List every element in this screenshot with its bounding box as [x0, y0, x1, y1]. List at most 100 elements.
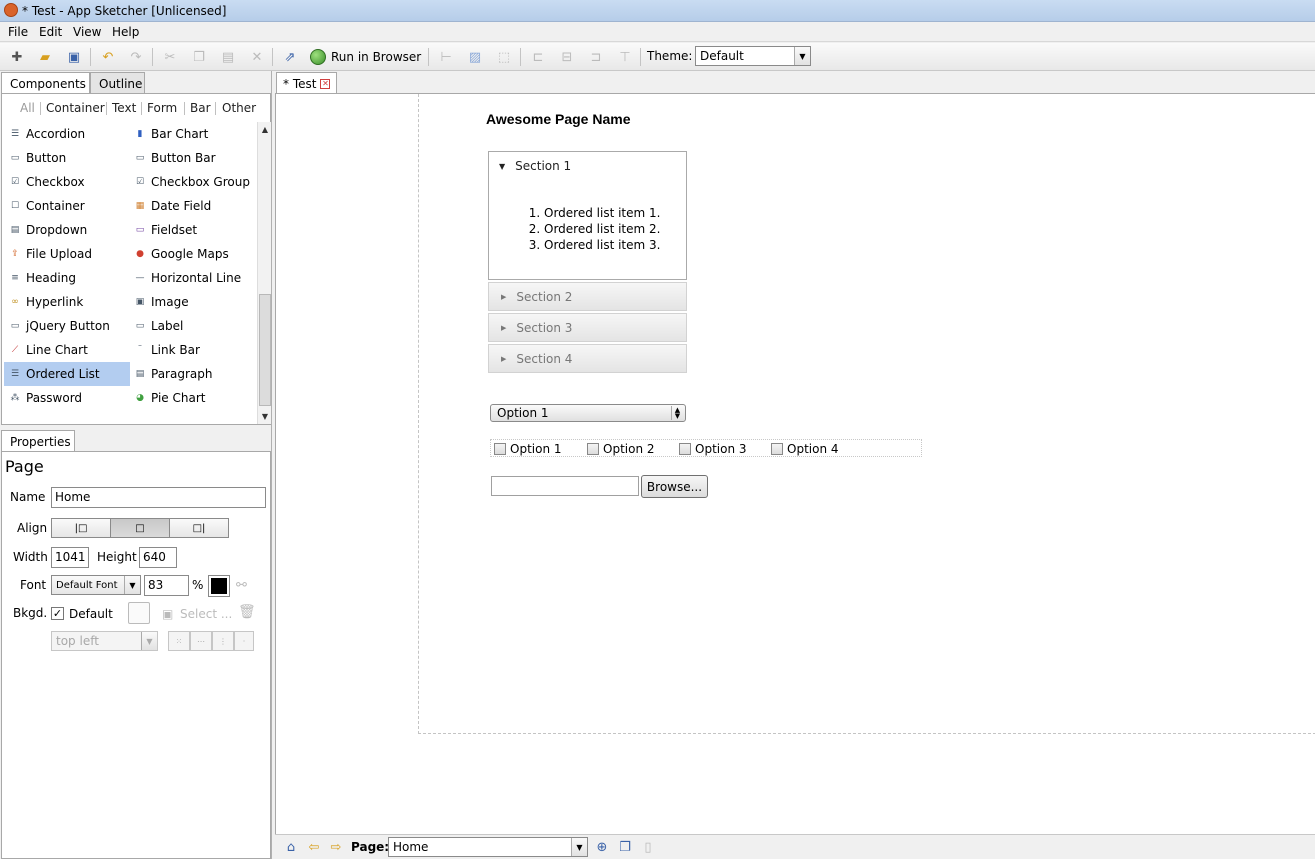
align-top-icon[interactable]: ⊤	[614, 46, 636, 68]
component-checkbox-group[interactable]: ☑ Checkbox Group	[129, 170, 255, 194]
accordion-section-2[interactable]: ▶ Section 2	[488, 282, 687, 311]
align-right-icon[interactable]: ⊐	[585, 46, 607, 68]
duplicate-page-icon[interactable]: ❐	[614, 836, 636, 858]
menu-file[interactable]: File	[8, 25, 28, 39]
name-field[interactable]: Home	[51, 487, 266, 508]
undo-icon[interactable]: ↶	[97, 46, 119, 68]
new-file-icon[interactable]: ✚	[6, 46, 28, 68]
component-button-bar[interactable]: ▭ Button Bar	[129, 146, 255, 170]
component-button[interactable]: ▭ Button	[4, 146, 130, 170]
font-size-field[interactable]: 83	[144, 575, 189, 596]
copy-icon[interactable]: ❐	[188, 46, 210, 68]
component-checkbox[interactable]: ☑ Checkbox	[4, 170, 130, 194]
no-repeat-button[interactable]: ·	[234, 631, 254, 651]
component-container[interactable]: ☐ Container	[4, 194, 130, 218]
background-position-select[interactable]: top left ▼	[51, 631, 158, 651]
checkbox-box[interactable]	[494, 443, 506, 455]
export-icon[interactable]: ⇗	[279, 46, 301, 68]
home-icon[interactable]: ⌂	[280, 836, 302, 858]
menu-help[interactable]: Help	[112, 25, 139, 39]
delete-icon[interactable]: ✕	[246, 46, 268, 68]
height-field[interactable]: 640	[139, 547, 177, 568]
browse-button[interactable]: Browse...	[641, 475, 708, 498]
run-in-browser-button[interactable]: Run in Browser	[310, 46, 421, 68]
align-left-button[interactable]: |□	[51, 518, 111, 538]
tree-icon[interactable]: ⊢	[435, 46, 457, 68]
checkbox-option-1[interactable]: Option 1	[494, 442, 562, 456]
close-icon[interactable]: ✕	[320, 78, 331, 89]
component-dropdown[interactable]: ▤ Dropdown	[4, 218, 130, 242]
align-left-icon[interactable]: ⊏	[527, 46, 549, 68]
tab-properties[interactable]: Properties	[1, 430, 75, 452]
component-horizontal-line[interactable]: — Horizontal Line	[129, 266, 255, 290]
arrow-left-icon[interactable]: ⇦	[303, 836, 325, 858]
repeat-y-button[interactable]: ⋮	[212, 631, 234, 651]
select-region-icon[interactable]: ⬚	[493, 46, 515, 68]
delete-page-icon[interactable]: ▯	[637, 836, 659, 858]
option-dropdown[interactable]: Option 1 ▲ ▼	[490, 404, 686, 422]
component-hyperlink[interactable]: ∞ Hyperlink	[4, 290, 130, 314]
tab-test[interactable]: * Test ✕	[276, 72, 338, 94]
component-date-field[interactable]: ▦ Date Field	[129, 194, 255, 218]
scroll-thumb[interactable]	[259, 294, 271, 406]
component-link-bar[interactable]: ¨ Link Bar	[129, 338, 255, 362]
component-label[interactable]: ▭ Label	[129, 314, 255, 338]
section-1-header[interactable]: ▼ Section 1	[499, 159, 571, 173]
checkbox-box[interactable]	[587, 443, 599, 455]
tab-components[interactable]: Components	[1, 72, 90, 94]
repeat-x-button[interactable]: ⋯	[190, 631, 212, 651]
theme-select[interactable]: Default ▼	[695, 46, 811, 66]
cut-icon[interactable]: ✂	[159, 46, 181, 68]
align-center-button[interactable]: □	[110, 518, 170, 538]
accordion-section-1[interactable]: ▼ Section 1 Ordered list item 1. Ordered…	[488, 151, 687, 280]
font-color-picker[interactable]	[208, 575, 230, 597]
component-paragraph[interactable]: ▤ Paragraph	[129, 362, 255, 386]
align-right-button[interactable]: □|	[169, 518, 229, 538]
font-select[interactable]: Default Font ▼	[51, 575, 141, 595]
background-color-picker[interactable]	[128, 602, 150, 624]
page-select[interactable]: Home ▼	[388, 837, 588, 857]
page-title[interactable]: Awesome Page Name	[486, 111, 630, 127]
component-pie-chart[interactable]: ◕ Pie Chart	[129, 386, 255, 410]
trash-icon[interactable]: 🗑	[238, 604, 256, 620]
add-page-icon[interactable]: ⊕	[591, 836, 613, 858]
component-google-maps[interactable]: ● Google Maps	[129, 242, 255, 266]
checkbox-option-4[interactable]: Option 4	[771, 442, 839, 456]
component-file-upload[interactable]: ⇪ File Upload	[4, 242, 130, 266]
filter-text[interactable]: Text	[112, 101, 136, 115]
filter-bar[interactable]: Bar	[190, 101, 211, 115]
component-jquery-button[interactable]: ▭ jQuery Button	[4, 314, 130, 338]
component-line-chart[interactable]: ⟋ Line Chart	[4, 338, 130, 362]
filter-all[interactable]: All	[20, 101, 35, 115]
menu-edit[interactable]: Edit	[39, 25, 62, 39]
checkbox-option-3[interactable]: Option 3	[679, 442, 747, 456]
component-heading[interactable]: ≡ Heading	[4, 266, 130, 290]
design-canvas[interactable]: Awesome Page Name ▼ Section 1 Ordered li…	[275, 93, 1315, 834]
checkbox-box[interactable]	[679, 443, 691, 455]
component-password[interactable]: ⁂ Password	[4, 386, 130, 410]
checkbox-option-2[interactable]: Option 2	[587, 442, 655, 456]
accordion-section-3[interactable]: ▶ Section 3	[488, 313, 687, 342]
component-ordered-list[interactable]: ☰ Ordered List	[4, 362, 130, 386]
width-field[interactable]: 1041	[51, 547, 89, 568]
paste-icon[interactable]: ▤	[217, 46, 239, 68]
component-bar-chart[interactable]: ▮ Bar Chart	[129, 122, 255, 146]
pattern-icon[interactable]: ▨	[464, 46, 486, 68]
scroll-down-icon[interactable]: ▼	[259, 409, 271, 423]
default-background-checkbox[interactable]: ✓	[51, 607, 64, 620]
checkbox-box[interactable]	[771, 443, 783, 455]
ordered-list[interactable]: Ordered list item 1. Ordered list item 2…	[524, 205, 660, 253]
filter-container[interactable]: Container	[46, 101, 105, 115]
arrow-right-icon[interactable]: ⇨	[325, 836, 347, 858]
redo-icon[interactable]: ↷	[125, 46, 147, 68]
filter-other[interactable]: Other	[222, 101, 256, 115]
select-image-label[interactable]: Select ...	[180, 607, 232, 621]
file-path-input[interactable]	[491, 476, 639, 496]
filter-form[interactable]: Form	[147, 101, 177, 115]
scroll-up-icon[interactable]: ▲	[259, 122, 271, 136]
component-image[interactable]: ▣ Image	[129, 290, 255, 314]
repeat-all-button[interactable]: ⁙	[168, 631, 190, 651]
component-accordion[interactable]: ☰ Accordion	[4, 122, 130, 146]
save-icon[interactable]: ▣	[63, 46, 85, 68]
menu-view[interactable]: View	[73, 25, 101, 39]
